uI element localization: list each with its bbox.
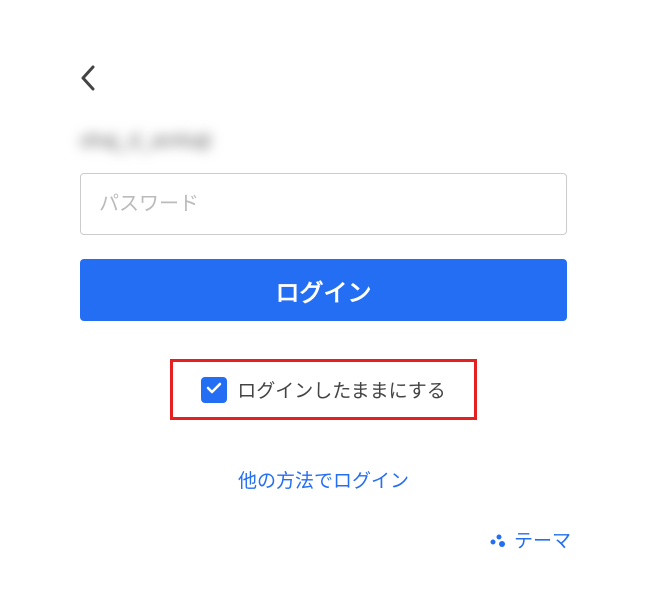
other-login-link[interactable]: 他の方法でログイン bbox=[238, 471, 409, 492]
email-display: ohaj_d_anrkajt bbox=[80, 130, 567, 153]
chevron-left-icon bbox=[80, 65, 96, 96]
password-input[interactable] bbox=[80, 173, 567, 235]
theme-link-label: テーマ bbox=[514, 526, 571, 553]
keep-logged-in-label: ログインしたままにする bbox=[237, 376, 446, 403]
keep-logged-in-container: ログインしたままにする bbox=[170, 359, 477, 420]
login-button[interactable]: ログイン bbox=[80, 259, 567, 321]
keep-logged-in-checkbox[interactable] bbox=[201, 377, 227, 403]
palette-icon bbox=[488, 530, 508, 550]
check-icon bbox=[206, 381, 222, 399]
back-button[interactable] bbox=[80, 60, 120, 100]
theme-link[interactable]: テーマ bbox=[488, 526, 571, 553]
